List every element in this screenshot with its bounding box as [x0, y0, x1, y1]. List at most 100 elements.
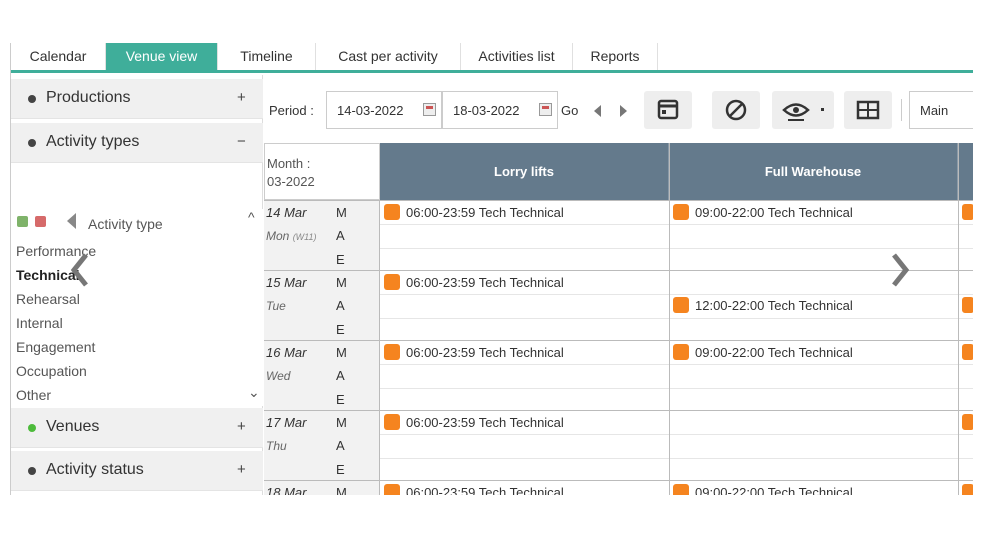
activity-event[interactable]: 06:00-23:59 Tech Technical	[384, 204, 564, 220]
activity-event[interactable]: 06:00-23:59 Tech Technical	[384, 274, 564, 290]
expand-icon[interactable]: +	[237, 89, 246, 106]
venue-header-full-warehouse[interactable]: Full Warehouse	[669, 143, 958, 200]
slot-divider	[380, 224, 973, 226]
section-activity-types[interactable]: Activity types −	[11, 123, 263, 163]
tab-timeline[interactable]: Timeline	[218, 43, 316, 70]
bullet-icon	[28, 95, 36, 103]
carousel-prev-icon[interactable]	[70, 252, 90, 288]
month-header-cell: Month : 03-2022	[264, 143, 380, 200]
activity-color-icon[interactable]	[962, 297, 973, 314]
bullet-icon	[28, 467, 36, 475]
activity-event[interactable]: 06:00-23:59 Tech Technical	[384, 344, 564, 360]
activity-type-item-internal[interactable]: Internal	[16, 315, 63, 331]
venue-header-partial[interactable]	[958, 143, 973, 200]
activity-event-text: 06:00-23:59 Tech Technical	[406, 275, 564, 290]
tab-activities-list[interactable]: Activities list	[461, 43, 573, 70]
slot-divider	[380, 457, 973, 459]
tab-venue-view[interactable]: Venue view	[106, 43, 218, 70]
week-number: (W11)	[292, 232, 317, 242]
month-label: Month :	[267, 156, 311, 171]
day-row: 17 Mar Thu M A E 06:00-23:59 Tech Technical	[264, 410, 973, 481]
activity-color-icon	[384, 344, 400, 360]
date-to-input[interactable]: 18-03-2022	[442, 91, 558, 129]
activity-event[interactable]: 09:00-22:00 Tech Technical	[673, 484, 853, 495]
visibility-dropdown-button[interactable]	[772, 91, 834, 129]
activity-event[interactable]: 09:00-22:00 Tech Technical	[673, 344, 853, 360]
today-button[interactable]	[644, 91, 692, 129]
date-from-value: 14-03-2022	[337, 103, 404, 118]
slot-label: E	[336, 461, 345, 477]
activity-event[interactable]: 12:00-22:00 Tech Technical	[673, 297, 853, 314]
activity-color-icon	[673, 204, 689, 220]
slot-label: A	[336, 228, 345, 244]
fit-screen-icon	[856, 100, 880, 120]
activity-color-icon[interactable]	[962, 344, 973, 360]
expand-icon[interactable]: +	[237, 418, 246, 435]
activity-type-item-rehearsal[interactable]: Rehearsal	[16, 291, 80, 307]
section-venues[interactable]: Venues +	[11, 408, 263, 448]
select-all-icon[interactable]	[17, 216, 28, 227]
section-productions[interactable]: Productions +	[11, 79, 263, 119]
calendar-icon[interactable]	[539, 103, 552, 116]
day-row: 14 Mar Mon (W11) M A E 06:00-23:59 Tech Techn…	[264, 200, 973, 271]
tab-calendar[interactable]: Calendar	[11, 43, 106, 70]
activity-event-text: 06:00-23:59 Tech Technical	[406, 415, 564, 430]
activity-color-icon[interactable]	[962, 204, 973, 220]
date-from-input[interactable]: 14-03-2022	[326, 91, 442, 129]
calendar-icon[interactable]	[423, 103, 436, 116]
slot-divider	[380, 317, 973, 319]
activity-color-icon	[384, 484, 400, 495]
activity-event[interactable]: 09:00-22:00 Tech Technical	[673, 204, 853, 220]
collapse-arrow-icon[interactable]	[67, 213, 76, 229]
slot-label: E	[336, 391, 345, 407]
venue-header-lorry-lifts[interactable]: Lorry lifts	[380, 143, 669, 200]
clear-filter-button[interactable]	[712, 91, 760, 129]
day-date: 16 Mar	[266, 345, 307, 360]
activity-event-text: 12:00-22:00 Tech Technical	[695, 298, 853, 314]
day-weekday: Mon (W11)	[266, 229, 317, 243]
filter-sidebar: Productions + Activity types − Activity …	[11, 75, 263, 495]
expand-icon[interactable]: +	[237, 461, 246, 478]
bullet-icon	[28, 424, 36, 432]
next-period-icon[interactable]	[620, 105, 627, 117]
scroll-down-icon[interactable]: ⌄	[248, 384, 260, 401]
date-cell: 15 Mar Tue MAE	[264, 271, 380, 341]
activity-event-text: 06:00-23:59 Tech Technical	[406, 485, 564, 495]
collapse-icon[interactable]: −	[237, 133, 246, 150]
deselect-all-icon[interactable]	[35, 216, 46, 227]
activity-type-item-other[interactable]: Other	[16, 387, 51, 403]
section-activity-status[interactable]: Activity status +	[11, 451, 263, 491]
slot-divider	[380, 434, 973, 436]
expand-view-button[interactable]	[844, 91, 892, 129]
activity-color-icon[interactable]	[962, 414, 973, 430]
bullet-icon	[28, 139, 36, 147]
activity-event[interactable]: 06:00-23:59 Tech Technical	[384, 484, 564, 495]
day-date: 14 Mar	[266, 205, 307, 220]
activity-color-icon[interactable]	[962, 484, 973, 495]
scroll-up-icon[interactable]: ^	[248, 209, 255, 225]
carousel-next-icon[interactable]	[890, 252, 910, 288]
tab-reports[interactable]: Reports	[573, 43, 658, 70]
app-window: Calendar Venue view Timeline Cast per ac…	[10, 43, 973, 495]
activity-type-item-occupation[interactable]: Occupation	[16, 363, 87, 379]
go-button[interactable]: Go	[561, 103, 578, 118]
activity-type-item-engagement[interactable]: Engagement	[16, 339, 95, 355]
tab-cast-per-activity[interactable]: Cast per activity	[316, 43, 461, 70]
previous-period-icon[interactable]	[594, 105, 601, 117]
slot-label: M	[336, 275, 347, 290]
view-select[interactable]: Main	[909, 91, 973, 129]
slot-divider	[380, 294, 973, 296]
view-select-value: Main	[920, 103, 949, 118]
slot-divider	[380, 387, 973, 389]
activity-color-icon	[384, 274, 400, 290]
period-toolbar: Period : 14-03-2022 18-03-2022 Go Main	[264, 75, 973, 143]
activity-color-icon	[673, 484, 689, 495]
activity-event-text: 09:00-22:00 Tech Technical	[695, 485, 853, 495]
section-label: Productions	[46, 89, 131, 106]
activity-event[interactable]: 06:00-23:59 Tech Technical	[384, 414, 564, 430]
section-label: Activity status	[46, 461, 144, 478]
day-row: 16 Mar Wed M A E 06:00-23:59 Tech Technical 0…	[264, 340, 973, 411]
activity-event-text: 09:00-22:00 Tech Technical	[695, 205, 853, 220]
activity-type-panel: Activity type ^ Performance Technical Re…	[11, 209, 263, 406]
activity-color-icon	[384, 204, 400, 220]
